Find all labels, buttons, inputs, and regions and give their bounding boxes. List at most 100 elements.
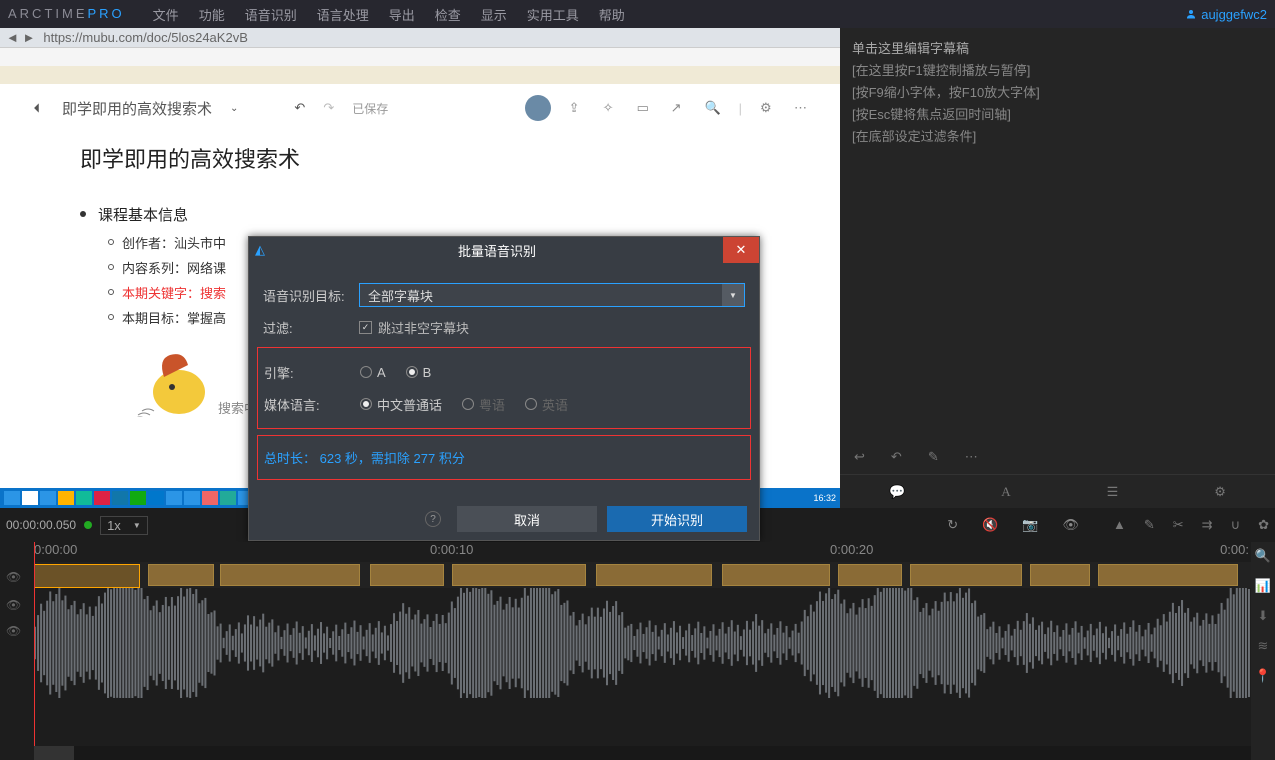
lang-mandarin-radio[interactable]: 中文普通话: [360, 395, 442, 414]
menu-tools[interactable]: 实用工具: [527, 5, 579, 24]
playhead[interactable]: [34, 542, 35, 760]
down-icon[interactable]: ⬇: [1258, 608, 1269, 624]
pointer-icon[interactable]: ▲: [1113, 517, 1126, 533]
clip[interactable]: [1098, 564, 1238, 586]
subtitle-panel[interactable]: 单击这里编辑字幕稿 [在这里按F1键控制播放与暂停] [按F9缩小字体，按F10…: [840, 28, 1275, 508]
filter-label: 过滤:: [263, 318, 359, 337]
playback-rate[interactable]: 1x▼: [100, 516, 148, 535]
edit-icon[interactable]: ✎: [1144, 517, 1155, 533]
present-icon[interactable]: ▭: [637, 100, 653, 116]
help-icon[interactable]: ?: [425, 511, 441, 527]
eye-icon[interactable]: 👁: [6, 624, 22, 640]
start-button[interactable]: 开始识别: [607, 506, 747, 532]
visible-icon[interactable]: 👁: [1062, 517, 1079, 533]
user-icon: [1185, 8, 1197, 20]
menu-lang[interactable]: 语言处理: [317, 5, 369, 24]
snapshot-icon[interactable]: 📷: [1022, 517, 1038, 533]
clip[interactable]: [220, 564, 360, 586]
back-icon[interactable]: [30, 101, 44, 115]
chart-icon[interactable]: 📊: [1255, 578, 1271, 594]
clip[interactable]: [838, 564, 902, 586]
clip[interactable]: [910, 564, 1022, 586]
menu-display[interactable]: 显示: [481, 5, 507, 24]
clip[interactable]: [1030, 564, 1090, 586]
lang-label: 媒体语言:: [264, 395, 360, 414]
subtitle-track[interactable]: [34, 562, 1251, 588]
doc-title-bar: 即学即用的高效搜索术: [62, 98, 212, 119]
engine-a-radio[interactable]: A: [360, 365, 386, 380]
layers-icon[interactable]: ≋: [1258, 638, 1269, 654]
zoom-in-icon[interactable]: 🔍: [1255, 548, 1271, 564]
settings-icon[interactable]: ✿: [1258, 517, 1269, 533]
undo-icon[interactable]: ↶: [891, 446, 902, 468]
tip-line: [按Esc键将焦点返回时间轴]: [852, 104, 1263, 126]
link-icon[interactable]: ⇉: [1202, 517, 1213, 533]
menu-help[interactable]: 帮助: [599, 5, 625, 24]
clip[interactable]: [34, 564, 140, 588]
more-icon[interactable]: ⋯: [794, 100, 810, 116]
target-select[interactable]: 全部字幕块▼: [359, 283, 745, 307]
clip[interactable]: [596, 564, 712, 586]
embedded-browser-chrome: ◄ ►https://mubu.com/doc/5los24aK2vB: [0, 28, 840, 84]
loop-icon[interactable]: ↻: [947, 517, 958, 533]
gear-icon[interactable]: ⚙: [760, 100, 776, 116]
clip[interactable]: [148, 564, 214, 586]
chat-icon[interactable]: 💬: [889, 481, 905, 503]
close-icon[interactable]: ✕: [723, 237, 759, 263]
pin-icon[interactable]: 📍: [1255, 668, 1271, 684]
cut-icon[interactable]: ✂: [1173, 517, 1184, 533]
font-icon[interactable]: A: [1001, 481, 1010, 503]
sliders-icon[interactable]: ⚙: [1214, 481, 1226, 503]
doc-toolbar: 即学即用的高效搜索术 ⌄ ↶ ↷ 已保存 ⇪ ✧ ▭ ↗ 🔍 | ⚙ ⋯: [0, 84, 840, 132]
menu-function[interactable]: 功能: [199, 5, 225, 24]
waveform[interactable]: [34, 588, 1251, 698]
clip[interactable]: [452, 564, 586, 586]
asr-modal: ◭ 批量语音识别 ✕ 语音识别目标: 全部字幕块▼ 过滤: ✓ 跳过非空字幕块: [248, 236, 760, 541]
pencil-icon[interactable]: ✎: [928, 446, 939, 468]
timeline-scroll[interactable]: [34, 746, 1251, 760]
menu-check[interactable]: 检查: [435, 5, 461, 24]
tip-line: 单击这里编辑字幕稿: [852, 38, 1263, 60]
engine-highlight: 引擎: A B 媒体语言: 中文普通话 粤语 英语: [257, 347, 751, 429]
avatar[interactable]: [525, 95, 551, 121]
timeline[interactable]: ＋ 👁 👁 👁 0:00:00 0:00:10 0:00:20 0:00:: [0, 542, 1275, 760]
clip[interactable]: [722, 564, 830, 586]
doc-section: 课程基本信息: [80, 204, 760, 225]
main-menu: 文件 功能 语音识别 语言处理 导出 检查 显示 实用工具 帮助: [153, 5, 625, 24]
open-icon[interactable]: ↗: [671, 100, 687, 116]
eye-icon[interactable]: 👁: [6, 598, 22, 614]
lang-english-radio[interactable]: 英语: [525, 395, 568, 414]
modal-title: 批量语音识别: [271, 241, 723, 260]
chevron-down-icon: ▼: [722, 284, 744, 306]
duration-info: 总时长： 623 秒，需扣除 277 积分: [264, 448, 744, 467]
user-account[interactable]: aujggefwc2: [1185, 7, 1267, 22]
app-logo: ARCTIMEPRO: [8, 5, 125, 23]
status-dot: [84, 521, 92, 529]
timeline-side-tools: 🔍 📊 ⬇ ≋ 📍: [1251, 542, 1275, 760]
skip-nonempty-checkbox[interactable]: ✓: [359, 321, 372, 334]
cancel-button[interactable]: 取消: [457, 506, 597, 532]
doc-h1: 即学即用的高效搜索术: [80, 142, 760, 174]
redo-icon[interactable]: ↷: [323, 100, 334, 116]
video-preview: ◄ ►https://mubu.com/doc/5los24aK2vB 即学即用…: [0, 28, 840, 508]
lang-cantonese-radio[interactable]: 粤语: [462, 395, 505, 414]
clip[interactable]: [370, 564, 444, 586]
search-icon[interactable]: 🔍: [705, 100, 721, 116]
magnet-icon[interactable]: ∪: [1231, 517, 1241, 533]
reply-icon[interactable]: ↩: [854, 446, 865, 468]
share-icon[interactable]: ⇪: [569, 100, 585, 116]
mute-icon[interactable]: 🔇: [982, 517, 998, 533]
undo-icon[interactable]: ↶: [294, 100, 305, 116]
scroll-thumb[interactable]: [34, 746, 74, 760]
eye-icon[interactable]: 👁: [6, 570, 22, 586]
track-headers: ＋ 👁 👁 👁: [0, 542, 34, 760]
more-icon[interactable]: ⋯: [965, 446, 978, 468]
engine-b-radio[interactable]: B: [406, 365, 432, 380]
menu-file[interactable]: 文件: [153, 5, 179, 24]
menu-asr[interactable]: 语音识别: [245, 5, 297, 24]
net-icon[interactable]: ✧: [603, 100, 619, 116]
time-ruler[interactable]: 0:00:00 0:00:10 0:00:20 0:00:: [0, 542, 1275, 562]
target-label: 语音识别目标:: [263, 286, 359, 305]
list-icon[interactable]: ☰: [1107, 481, 1119, 503]
menu-export[interactable]: 导出: [389, 5, 415, 24]
